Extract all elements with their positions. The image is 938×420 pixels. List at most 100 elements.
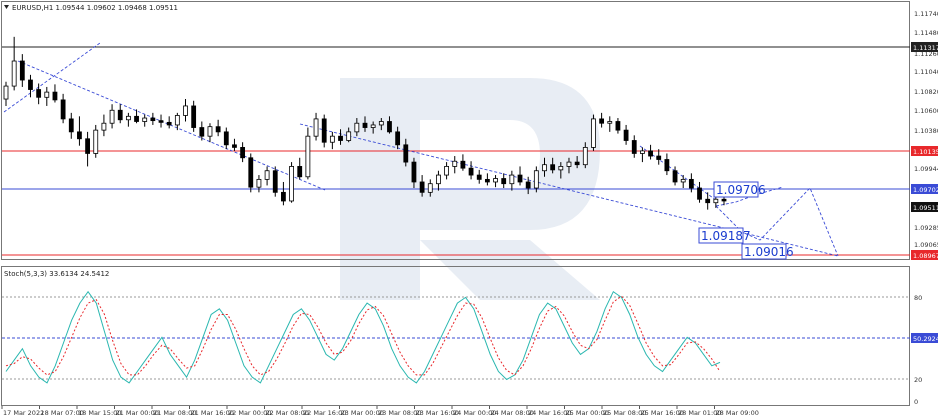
- forecast-label-3[interactable]: 1.09016: [741, 243, 794, 260]
- price-tag-red-text: 1.10135: [913, 148, 938, 156]
- candle-body: [631, 140, 637, 154]
- symbol-info: EURUSD,H1 1.09544 1.09602 1.09468 1.0951…: [12, 4, 178, 12]
- candle-body: [411, 161, 417, 183]
- candle-body: [591, 118, 596, 148]
- candle-body: [395, 131, 401, 146]
- candle-body: [713, 198, 719, 204]
- candle-body: [648, 150, 653, 157]
- candle-body: [297, 166, 303, 178]
- candle-body: [517, 174, 523, 183]
- candle-body: [419, 181, 425, 193]
- chart-window[interactable]: EURUSD,H1 1.09544 1.09602 1.09468 1.0951…: [0, 0, 938, 420]
- candle-body: [134, 115, 139, 122]
- price-tick: 1.11740: [914, 10, 938, 18]
- candle-body: [452, 160, 458, 167]
- candle-body: [305, 135, 311, 178]
- candle: [289, 162, 294, 203]
- candle-body: [19, 60, 25, 81]
- candle-body: [281, 191, 286, 202]
- candle-body: [468, 167, 474, 176]
- forecast-label-2[interactable]: 1.09187: [698, 227, 751, 244]
- candle-body: [501, 178, 507, 185]
- candle-body: [158, 120, 164, 123]
- candle-body: [142, 117, 148, 122]
- candle-body: [697, 187, 702, 200]
- candle-body: [174, 115, 180, 126]
- candle-body: [574, 161, 580, 166]
- candle: [93, 124, 99, 158]
- candle-body: [329, 135, 335, 143]
- candle-body: [11, 60, 17, 87]
- candle-body: [207, 126, 213, 137]
- candle-body: [582, 147, 588, 166]
- forecast-value-3: 1.09016: [744, 245, 794, 259]
- candle-body: [460, 160, 466, 169]
- candle-body: [656, 155, 662, 160]
- candle-body: [444, 166, 449, 176]
- price-tag-top-text: 1.11317: [913, 44, 938, 52]
- candle-body: [436, 174, 441, 185]
- stoch-tick: 0: [914, 398, 918, 406]
- price-tick: 1.09285: [914, 224, 938, 232]
- candle-body: [362, 122, 368, 128]
- candle-body: [3, 85, 9, 100]
- candle-body: [256, 178, 262, 188]
- candle-body: [272, 170, 278, 193]
- candle-body: [403, 144, 409, 163]
- candle-body: [52, 91, 58, 101]
- candle-body: [599, 118, 605, 124]
- forecast-label-1[interactable]: 1.09706: [713, 181, 766, 198]
- candle-body: [623, 129, 629, 141]
- candle-body: [476, 174, 482, 180]
- candle-body: [525, 181, 531, 189]
- candle-body: [615, 121, 621, 131]
- candle-body: [558, 166, 564, 171]
- price-tick: 1.11480: [914, 29, 938, 37]
- candle-body: [313, 118, 319, 137]
- candle-body: [166, 121, 172, 126]
- candle-body: [264, 170, 270, 180]
- stoch-tick: 80: [914, 294, 922, 302]
- candle-body: [232, 144, 237, 148]
- candle-body: [338, 135, 343, 141]
- candle-body: [321, 118, 327, 143]
- price-tick: 1.09065: [914, 241, 938, 249]
- price-tag-blue-text: 1.09702: [913, 186, 938, 194]
- candle-body: [60, 99, 66, 120]
- candle-body: [427, 183, 433, 193]
- candle-body: [248, 157, 254, 188]
- candle-body: [566, 161, 572, 167]
- candle-body: [150, 117, 156, 122]
- candle-body: [68, 118, 74, 133]
- forecast-value-2: 1.09187: [701, 229, 751, 243]
- time-label: 17 Mar 2022: [3, 409, 44, 417]
- candle-body: [240, 147, 246, 159]
- price-tag-bottom-text: 1.08967: [913, 252, 938, 260]
- forecast-value-1: 1.09706: [716, 183, 766, 197]
- candle-body: [370, 124, 376, 128]
- price-tick: 1.10600: [914, 107, 938, 115]
- stoch-tick: 20: [914, 376, 922, 384]
- candle: [591, 114, 596, 151]
- candle: [248, 153, 254, 193]
- candle-body: [509, 174, 515, 185]
- candle-body: [664, 159, 670, 172]
- candle-body: [378, 121, 384, 126]
- candle-body: [484, 178, 490, 183]
- candle-body: [117, 109, 123, 121]
- candle-body: [346, 131, 352, 141]
- candle-body: [640, 150, 645, 154]
- candle-body: [36, 89, 42, 98]
- stoch-level-tag-text: 50.2924: [913, 335, 938, 343]
- price-tick: 1.11040: [914, 68, 938, 76]
- candle-body: [387, 121, 392, 133]
- candle-body: [672, 170, 678, 183]
- candle-body: [191, 105, 197, 128]
- candle-body: [354, 122, 360, 133]
- candle-body: [85, 138, 90, 154]
- candle-body: [77, 131, 82, 140]
- candle-body: [607, 121, 613, 124]
- candle: [272, 166, 278, 197]
- candle-body: [44, 91, 50, 98]
- oscillator-info: Stoch(5,3,3) 33.6134 24.5412: [4, 270, 109, 278]
